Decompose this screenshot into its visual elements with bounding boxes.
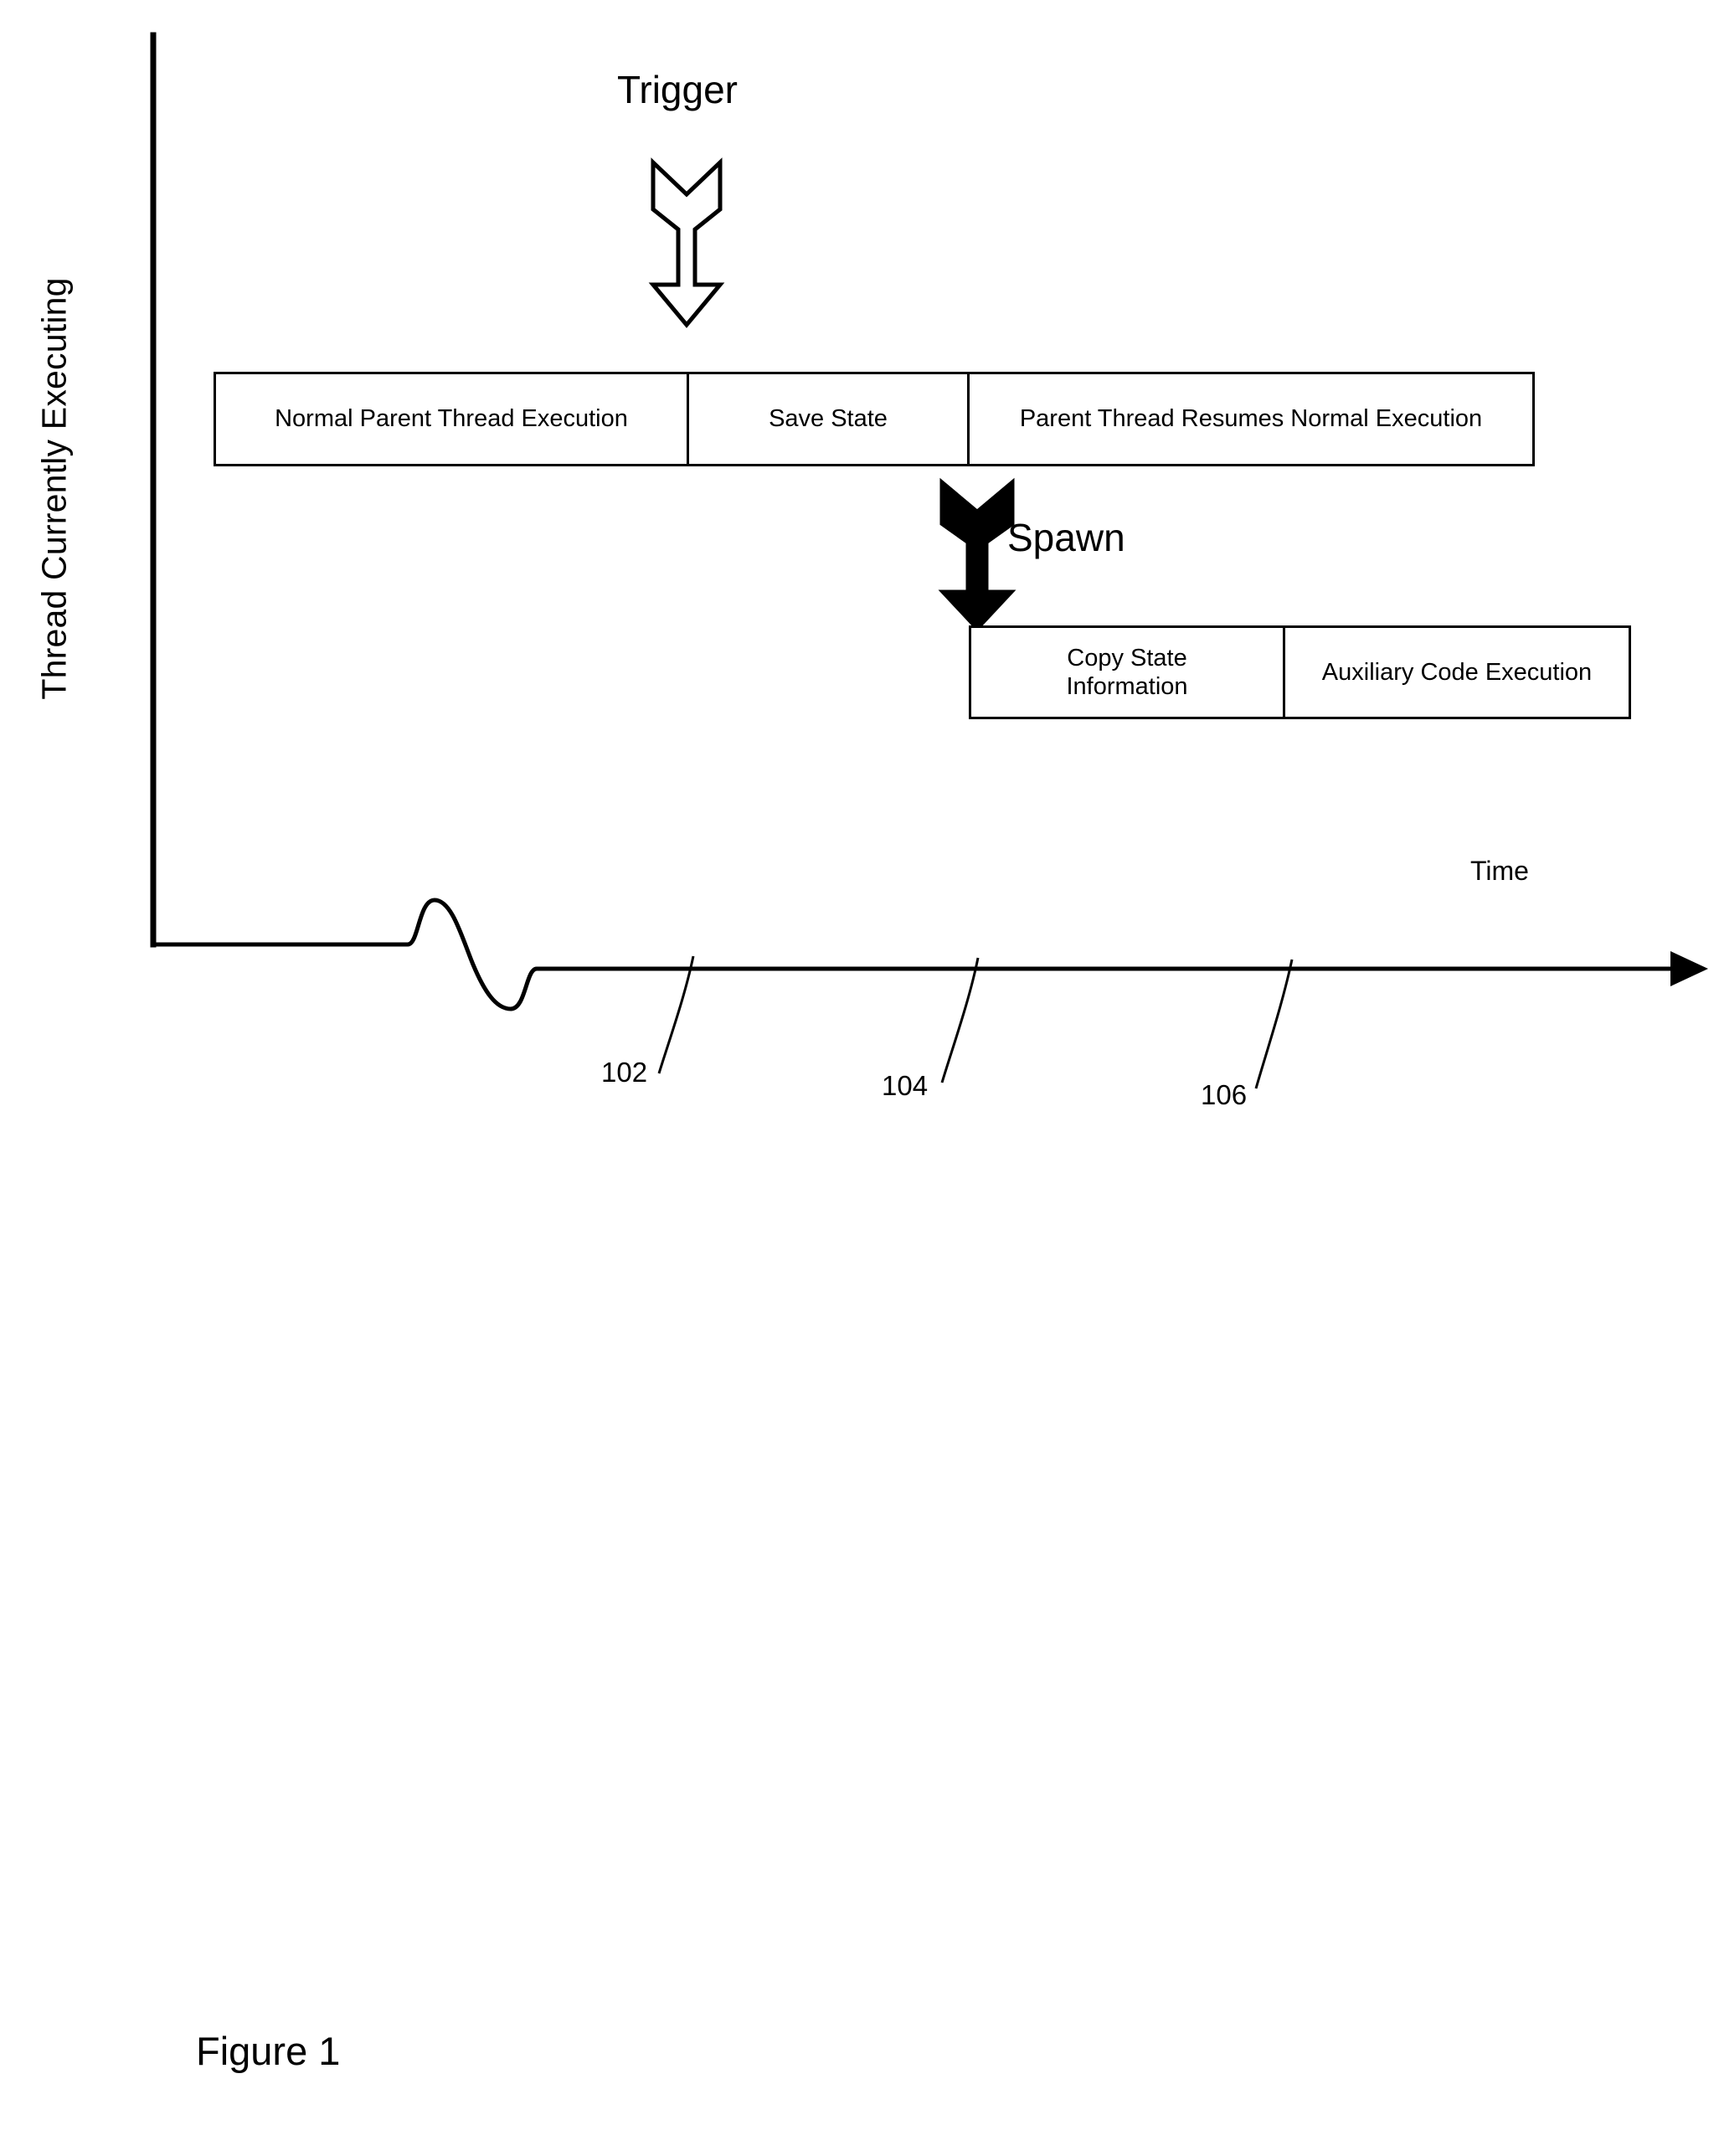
leader-line-102	[657, 955, 695, 1074]
child-segment-auxiliary-code-execution: Auxiliary Code Execution	[1321, 658, 1593, 686]
child-thread-timeline: Copy State Information Auxiliary Code Exe…	[969, 625, 1631, 719]
leader-line-104	[940, 957, 980, 1083]
x-axis-arrowhead	[1670, 951, 1708, 986]
parent-segment-resumes-execution: Parent Thread Resumes Normal Execution	[1019, 405, 1483, 433]
axes-group	[150, 32, 1708, 1089]
parent-thread-timeline: Normal Parent Thread Execution Save Stat…	[214, 372, 1535, 466]
reference-numeral-104: 104	[882, 1070, 929, 1101]
trigger-arrow-icon	[648, 157, 725, 328]
trigger-arrow-label: Trigger	[617, 68, 738, 111]
figure-caption: Figure 1	[196, 2029, 341, 2073]
leader-line-106	[1254, 959, 1294, 1089]
spawn-arrow-icon	[938, 477, 1016, 632]
x-axis-label: Time	[1470, 856, 1529, 886]
x-axis-line	[153, 898, 1672, 1011]
reference-numeral-106: 106	[1201, 1079, 1248, 1110]
y-axis-label: Thread Currently Executing	[34, 277, 74, 700]
patent-figure: Thread Currently Executing Time Trigger …	[0, 0, 1719, 2156]
parent-segment-normal-execution: Normal Parent Thread Execution	[216, 374, 689, 464]
reference-numeral-102: 102	[601, 1057, 648, 1088]
parent-segment-save-state: Save State	[689, 374, 970, 464]
spawn-arrow-label: Spawn	[1007, 516, 1125, 559]
child-segment-copy-state-information: Copy State Information	[971, 628, 1285, 717]
